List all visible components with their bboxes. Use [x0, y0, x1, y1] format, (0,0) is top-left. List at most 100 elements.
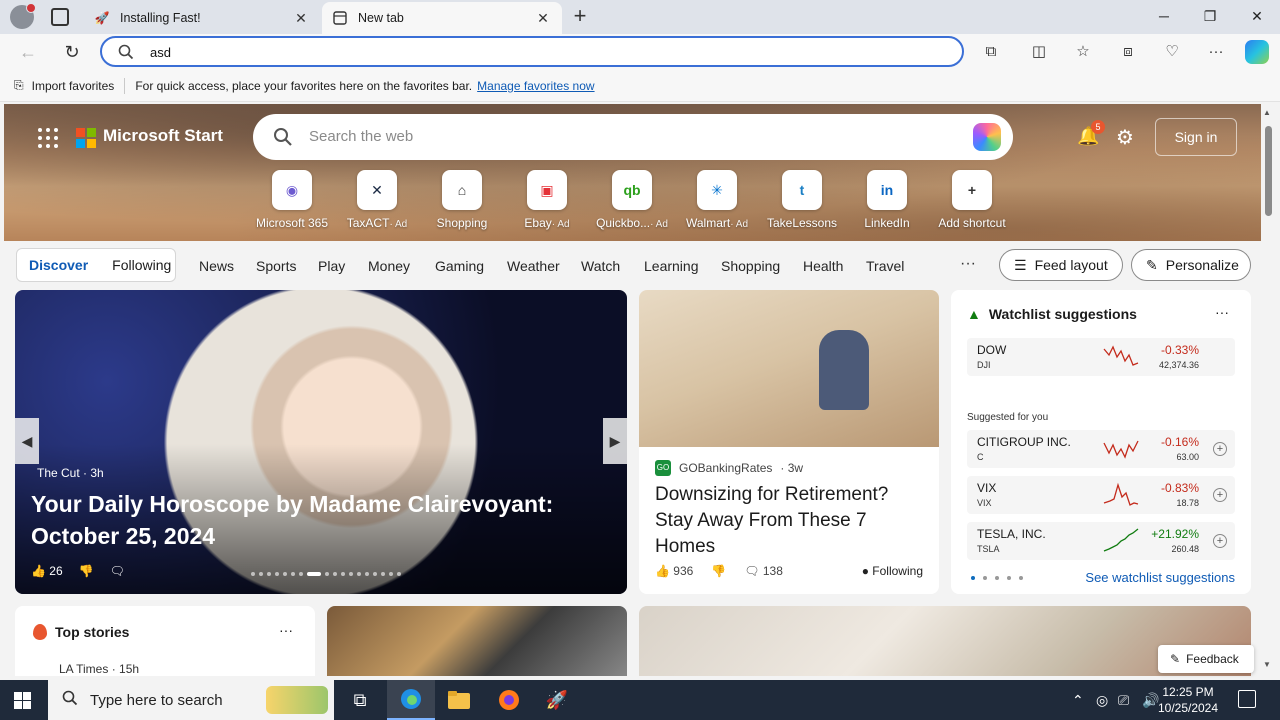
- thumbs-down-icon[interactable]: 👎: [79, 564, 94, 578]
- tab-installing-fast[interactable]: 🚀 Installing Fast! ✕: [84, 2, 320, 34]
- story-image-card[interactable]: [327, 606, 627, 676]
- import-favorites-button[interactable]: ⎘ Import favorites: [14, 78, 114, 93]
- tab-discover[interactable]: Discover: [17, 257, 100, 273]
- close-icon[interactable]: ✕: [534, 9, 552, 27]
- story-card[interactable]: GO GOBankingRates · 3w Downsizing for Re…: [639, 290, 939, 594]
- notifications-bell-icon[interactable]: 🔔 5: [1077, 120, 1105, 148]
- comment-button[interactable]: 🗨 138: [744, 564, 783, 578]
- minimize-button[interactable]: ─: [1141, 0, 1187, 32]
- shortcut-7[interactable]: in LinkedIn: [842, 170, 932, 230]
- page-scrollbar[interactable]: ▲ ▼: [1261, 104, 1276, 676]
- tab-following[interactable]: Following: [100, 257, 183, 273]
- add-to-watchlist-icon[interactable]: +: [1213, 488, 1227, 502]
- restore-button[interactable]: ❐: [1187, 0, 1233, 32]
- flame-icon: [33, 624, 47, 640]
- back-button[interactable]: ←: [14, 38, 42, 66]
- add-to-watchlist-icon[interactable]: +: [1213, 534, 1227, 548]
- category-money[interactable]: Money: [368, 258, 410, 274]
- more-options-icon[interactable]: ···: [279, 622, 293, 638]
- see-watchlist-link[interactable]: See watchlist suggestions: [1085, 570, 1235, 585]
- shortcut-4[interactable]: qb Quickbo...· Ad: [587, 170, 677, 230]
- tab-new-tab[interactable]: New tab ✕: [322, 2, 562, 34]
- sign-in-button[interactable]: Sign in: [1155, 118, 1237, 156]
- file-explorer-icon[interactable]: [435, 680, 483, 720]
- personalize-button[interactable]: ✎ Personalize: [1131, 249, 1251, 281]
- manage-favorites-link[interactable]: Manage favorites now: [477, 79, 594, 93]
- close-icon[interactable]: ✕: [292, 9, 310, 27]
- taskbar-search[interactable]: Type here to search: [48, 680, 334, 720]
- category-learning[interactable]: Learning: [644, 258, 699, 274]
- refresh-button[interactable]: ↻: [58, 38, 86, 66]
- extensions-icon[interactable]: ⧉: [981, 42, 1001, 62]
- collections-icon[interactable]: ⧈: [1118, 42, 1138, 62]
- category-sports[interactable]: Sports: [256, 258, 296, 274]
- category-shopping[interactable]: Shopping: [721, 258, 780, 274]
- profile-avatar[interactable]: [10, 3, 36, 29]
- scroll-up-icon[interactable]: ▲: [1263, 108, 1271, 117]
- carousel-prev-button[interactable]: ◀: [15, 418, 39, 464]
- like-button[interactable]: 👍 936: [655, 564, 693, 578]
- feedback-button[interactable]: ✎ Feedback: [1158, 645, 1254, 673]
- category-news[interactable]: News: [199, 258, 234, 274]
- shortcut-2[interactable]: ⌂ Shopping: [417, 170, 507, 230]
- tray-chevron-icon[interactable]: ⌃: [1072, 692, 1084, 709]
- sparkline: [1103, 482, 1139, 506]
- carousel-next-button[interactable]: ▶: [603, 418, 627, 464]
- task-view-icon[interactable]: ⧉: [336, 680, 384, 720]
- shortcut-0[interactable]: ◉ Microsoft 365: [247, 170, 337, 230]
- new-tab-button[interactable]: +: [568, 5, 592, 29]
- favorites-star-icon[interactable]: ☆: [1073, 42, 1093, 62]
- watchlist-row-vix[interactable]: VIX VIX -0.83% 18.78 +: [967, 476, 1235, 514]
- web-search-box[interactable]: Search the web: [253, 114, 1013, 160]
- following-status[interactable]: ● Following: [862, 564, 923, 578]
- add-to-watchlist-icon[interactable]: +: [1213, 442, 1227, 456]
- tray-app-icon[interactable]: ◎: [1096, 692, 1108, 709]
- category-watch[interactable]: Watch: [581, 258, 620, 274]
- scroll-down-icon[interactable]: ▼: [1263, 660, 1271, 669]
- settings-more-icon[interactable]: ···: [1206, 42, 1226, 62]
- system-clock[interactable]: 12:25 PM 10/25/2024: [1148, 684, 1228, 716]
- category-play[interactable]: Play: [318, 258, 345, 274]
- shortcut-1[interactable]: ✕ TaxACT· Ad: [332, 170, 422, 230]
- network-icon[interactable]: ⎚: [1118, 692, 1129, 709]
- like-button[interactable]: 👍 26: [31, 564, 63, 578]
- rocket-app-icon[interactable]: 🚀: [533, 680, 581, 720]
- shortcut-6[interactable]: t TakeLessons: [757, 170, 847, 230]
- close-window-button[interactable]: ✕: [1234, 0, 1280, 32]
- more-categories-icon[interactable]: ···: [960, 255, 976, 273]
- shortcut-5[interactable]: ✳ Walmart· Ad: [672, 170, 762, 230]
- watchlist-row-dji[interactable]: DOW DJI -0.33% 42,374.36: [967, 338, 1235, 376]
- edge-browser-icon[interactable]: [387, 680, 435, 720]
- watchlist-row-c[interactable]: CITIGROUP INC. C -0.16% 63.00 +: [967, 430, 1235, 468]
- category-health[interactable]: Health: [803, 258, 843, 274]
- app-launcher-icon[interactable]: [38, 128, 58, 148]
- gear-icon[interactable]: ⚙: [1116, 125, 1134, 150]
- copilot-icon[interactable]: [973, 123, 1001, 151]
- search-icon: [118, 44, 134, 63]
- scroll-thumb[interactable]: [1265, 126, 1272, 216]
- windows-start-icon[interactable]: [14, 692, 31, 709]
- notifications-icon[interactable]: [1238, 690, 1256, 708]
- address-bar[interactable]: [100, 36, 964, 67]
- feed-layout-button[interactable]: ☰ Feed layout: [999, 249, 1123, 281]
- thumbs-down-icon[interactable]: 👎: [711, 564, 726, 578]
- story-title[interactable]: Your Daily Horoscope by Madame Clairevoy…: [31, 488, 571, 552]
- browser-essentials-icon[interactable]: ♡: [1162, 42, 1182, 62]
- copilot-icon[interactable]: [1245, 40, 1269, 64]
- address-input[interactable]: [150, 42, 930, 62]
- hero-story-card[interactable]: ◀ ▶ The Cut · 3h Your Daily Horoscope by…: [15, 290, 627, 594]
- split-screen-icon[interactable]: ◫: [1029, 42, 1049, 62]
- category-travel[interactable]: Travel: [866, 258, 904, 274]
- story-title[interactable]: Downsizing for Retirement? Stay Away Fro…: [655, 482, 923, 560]
- watchlist-row-tsla[interactable]: TESLA, INC. TSLA +21.92% 260.48 +: [967, 522, 1235, 560]
- brand-title[interactable]: Microsoft Start: [103, 126, 223, 146]
- firefox-icon[interactable]: [485, 680, 533, 720]
- comment-icon[interactable]: 🗨: [110, 564, 125, 578]
- more-options-icon[interactable]: ···: [1215, 304, 1229, 320]
- stock-price: 42,374.36: [1158, 360, 1199, 370]
- category-weather[interactable]: Weather: [507, 258, 560, 274]
- shortcut-8[interactable]: + Add shortcut: [927, 170, 1017, 230]
- category-gaming[interactable]: Gaming: [435, 258, 484, 274]
- tab-actions-icon[interactable]: [51, 8, 69, 26]
- shortcut-3[interactable]: ▣ Ebay· Ad: [502, 170, 592, 230]
